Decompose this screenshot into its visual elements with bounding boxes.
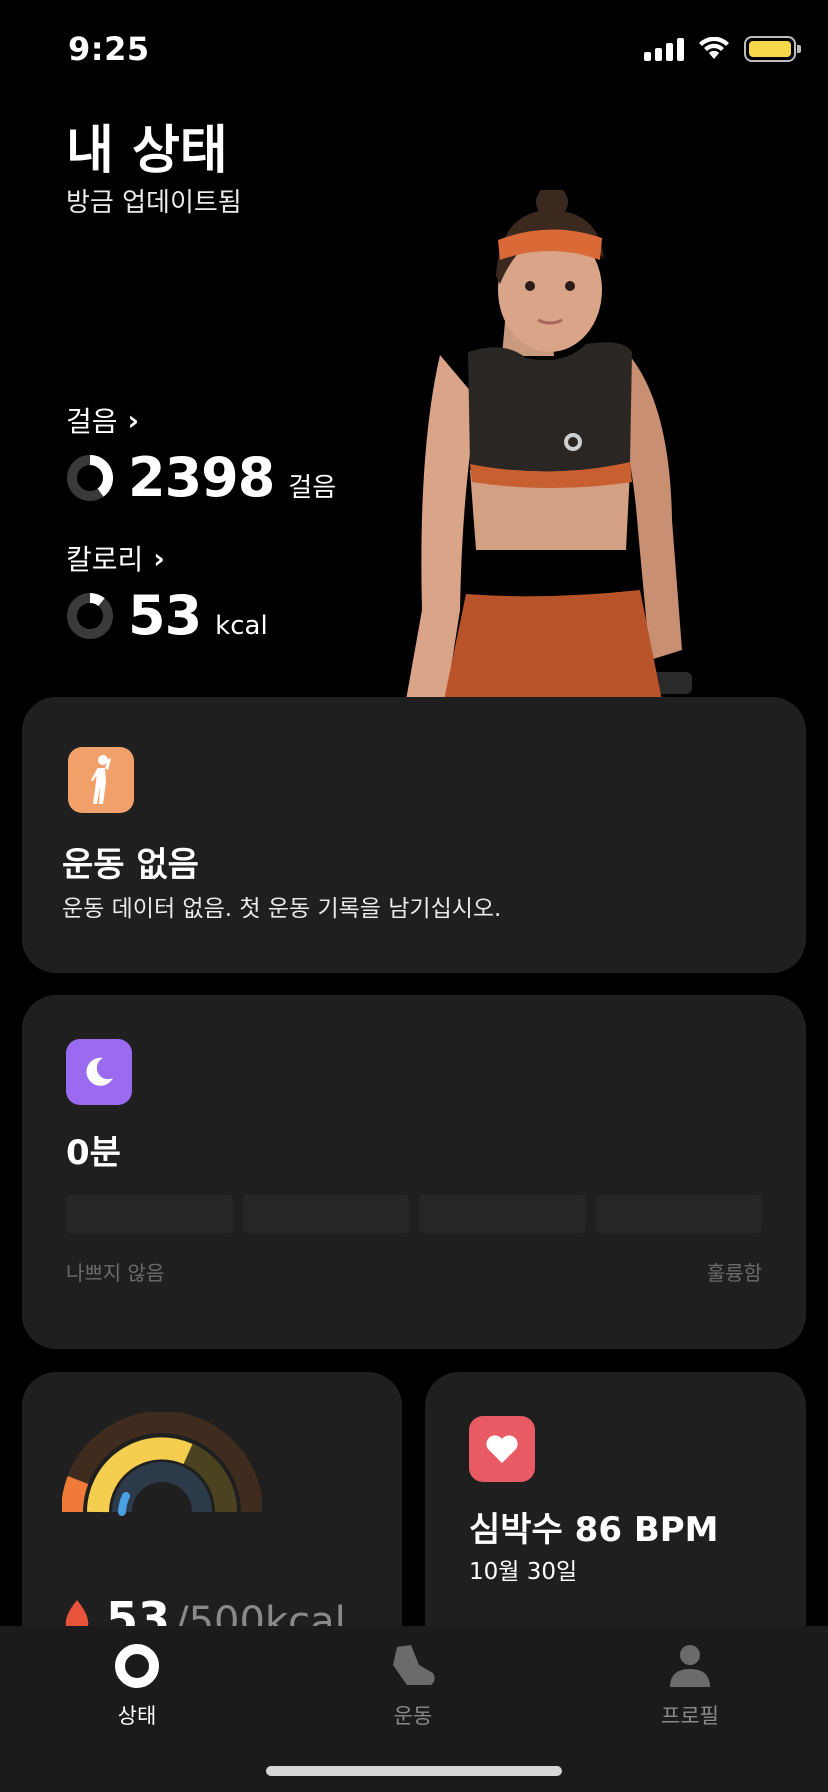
steps-ring-icon: [67, 454, 113, 501]
status-time: 9:25: [68, 30, 150, 68]
calories-label: 칼로리: [66, 543, 144, 576]
tab-status[interactable]: 상태: [57, 1642, 217, 1730]
calories-metric: 53 kcal: [66, 584, 268, 647]
steps-label: 걸음: [66, 405, 118, 438]
status-ring-icon: [113, 1642, 161, 1690]
calorie-gauge: [62, 1412, 262, 1516]
steps-link[interactable]: 걸음 ›: [66, 400, 139, 440]
shoe-icon: [389, 1642, 437, 1690]
battery-icon: [744, 36, 801, 62]
steps-metric: 2398 걸음: [66, 446, 336, 509]
sleep-quality-bar: [66, 1195, 762, 1233]
calories-ring-icon: [67, 592, 113, 639]
steps-unit: 걸음: [288, 473, 337, 503]
sleep-card[interactable]: 0분 나쁘지 않음 훌륭함: [22, 995, 806, 1349]
page-title: 내 상태: [66, 121, 228, 181]
status-icons: [644, 36, 801, 62]
sleep-legend-low: 나쁘지 않음: [66, 1261, 165, 1285]
moon-icon: [66, 1039, 132, 1105]
chevron-right-icon: ›: [127, 403, 140, 437]
tab-profile-label: 프로필: [661, 1704, 719, 1728]
home-indicator[interactable]: [266, 1766, 562, 1776]
workout-title: 운동 없음: [62, 845, 199, 885]
cellular-signal-icon: [644, 37, 684, 61]
heart-icon: [469, 1416, 535, 1482]
tab-profile[interactable]: 프로필: [610, 1642, 770, 1730]
page-subtitle: 방금 업데이트됨: [66, 188, 242, 218]
person-icon: [666, 1642, 714, 1690]
status-bar: 9:25: [0, 0, 828, 100]
sleep-legend-high: 훌륭함: [706, 1261, 762, 1285]
heart-rate-title: 심박수 86 BPM: [469, 1510, 719, 1550]
wifi-icon: [699, 37, 729, 59]
avatar-illustration: [400, 190, 730, 700]
workout-person-icon: [68, 747, 134, 813]
tab-status-label: 상태: [117, 1704, 157, 1728]
tab-workout[interactable]: 운동: [333, 1642, 493, 1730]
tab-workout-label: 운동: [393, 1704, 433, 1728]
workout-card[interactable]: 운동 없음 운동 데이터 없음. 첫 운동 기록을 남기십시오.: [22, 697, 806, 973]
calories-unit: kcal: [215, 611, 268, 641]
calories-value: 53: [128, 584, 202, 647]
workout-description: 운동 데이터 없음. 첫 운동 기록을 남기십시오.: [62, 896, 502, 922]
heart-rate-date: 10월 30일: [469, 1559, 578, 1585]
calories-link[interactable]: 칼로리 ›: [66, 538, 165, 578]
chevron-right-icon: ›: [153, 541, 165, 575]
sleep-duration: 0분: [66, 1133, 121, 1173]
steps-value: 2398: [128, 446, 275, 509]
